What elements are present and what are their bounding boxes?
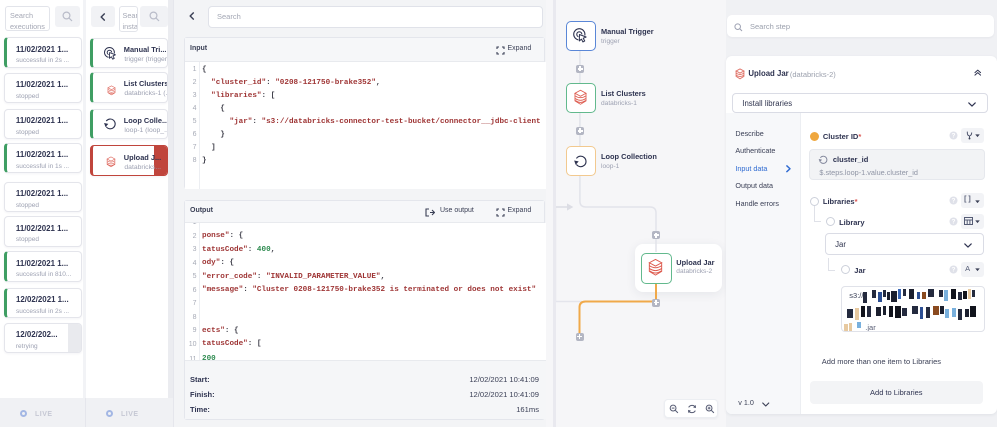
svg-text:?: ? [952, 267, 956, 274]
svg-text:?: ? [952, 218, 956, 225]
svg-text:?: ? [952, 133, 956, 140]
svg-text:?: ? [952, 198, 956, 205]
